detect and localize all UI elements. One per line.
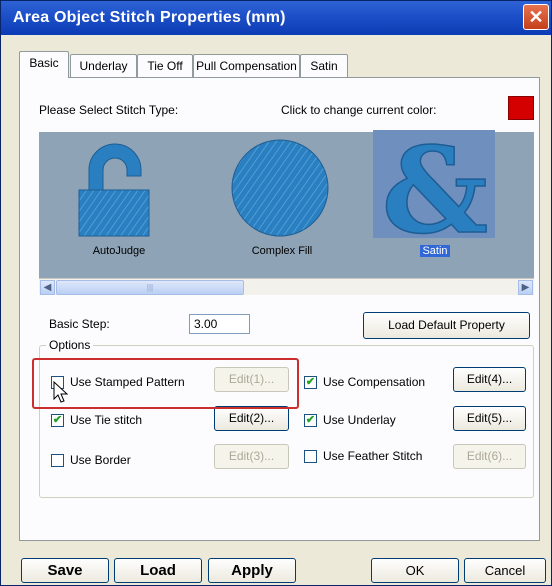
gallery-horizontal-scrollbar[interactable]: ◀ ||| ▶ [39, 278, 534, 295]
tab-satin[interactable]: Satin [300, 54, 348, 77]
options-group-title: Options [46, 338, 94, 352]
close-button[interactable]: ✕ [523, 4, 549, 30]
use-border-checkbox[interactable] [51, 454, 64, 467]
edit-5-button[interactable]: Edit(5)... [453, 406, 526, 431]
stitch-type-complex-fill[interactable]: Complex Fill [224, 132, 340, 278]
padlock-icon [78, 143, 150, 237]
cancel-button[interactable]: Cancel [464, 558, 546, 583]
stitch-type-gallery: AutoJudge Complex Fill & Satin [39, 130, 534, 278]
circle-icon [231, 139, 329, 237]
tab-underlay[interactable]: Underlay [70, 54, 137, 77]
svg-text:&: & [382, 132, 489, 244]
edit-6-button[interactable]: Edit(6)... [453, 444, 526, 469]
mouse-pointer-icon [53, 381, 69, 403]
use-underlay-checkbox[interactable]: ✔ [304, 414, 317, 427]
use-tie-stitch-label: Use Tie stitch [70, 413, 143, 427]
stitch-type-label-satin: Satin [420, 245, 450, 257]
ampersand-icon: & [381, 132, 489, 244]
chevron-left-icon[interactable]: ◀ [40, 280, 55, 295]
tab-tie-off[interactable]: Tie Off [137, 54, 193, 77]
tab-pull-compensation[interactable]: Pull Compensation [193, 54, 300, 77]
use-tie-stitch-checkbox[interactable]: ✔ [51, 414, 64, 427]
stitch-type-autojudge[interactable]: AutoJudge [61, 132, 177, 278]
load-button[interactable]: Load [114, 558, 202, 583]
stitch-type-label-autojudge: AutoJudge [92, 245, 146, 257]
apply-button[interactable]: Apply [208, 558, 296, 583]
stitch-properties-dialog: Area Object Stitch Properties (mm) ✕ Bas… [0, 0, 552, 586]
edit-2-button[interactable]: Edit(2)... [214, 406, 289, 431]
stitch-type-label: Please Select Stitch Type: [39, 103, 179, 117]
close-icon: ✕ [528, 7, 544, 27]
ok-button[interactable]: OK [371, 558, 459, 583]
load-default-property-button[interactable]: Load Default Property [363, 312, 530, 339]
use-feather-stitch-checkbox[interactable] [304, 450, 317, 463]
save-button[interactable]: Save [21, 558, 109, 583]
use-compensation-checkbox[interactable]: ✔ [304, 376, 317, 389]
chevron-right-icon[interactable]: ▶ [518, 280, 533, 295]
edit-4-button[interactable]: Edit(4)... [453, 367, 526, 392]
use-feather-stitch-label: Use Feather Stitch [323, 449, 423, 463]
stitch-type-label-complex-fill: Complex Fill [251, 245, 313, 257]
use-compensation-label: Use Compensation [323, 375, 426, 389]
stitch-type-satin[interactable]: & Satin [373, 130, 495, 278]
title-bar[interactable]: Area Object Stitch Properties (mm) ✕ [1, 1, 551, 35]
basic-step-input[interactable]: 3.00 [189, 314, 250, 334]
window-title: Area Object Stitch Properties (mm) [13, 9, 286, 26]
scrollbar-thumb[interactable]: ||| [56, 280, 244, 295]
use-border-label: Use Border [70, 453, 131, 467]
use-underlay-label: Use Underlay [323, 413, 396, 427]
tab-basic[interactable]: Basic [19, 51, 69, 78]
current-color-swatch[interactable] [508, 96, 534, 120]
color-label: Click to change current color: [281, 103, 437, 117]
edit-3-button[interactable]: Edit(3)... [214, 444, 289, 469]
annotation-highlight-box [32, 358, 299, 409]
basic-step-label: Basic Step: [49, 317, 110, 331]
